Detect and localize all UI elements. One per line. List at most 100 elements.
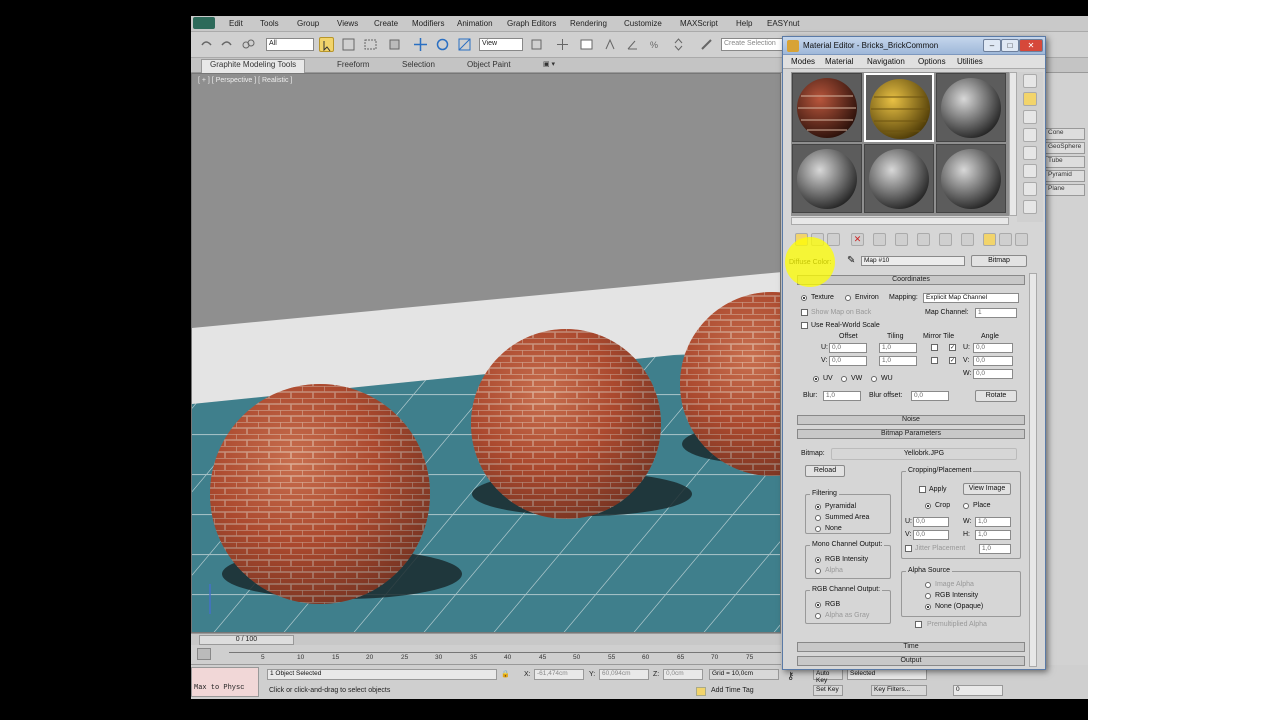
percent-snap-icon[interactable]: % — [647, 37, 662, 52]
put-to-library-icon[interactable] — [917, 233, 930, 246]
rollout-bitmap-parameters[interactable]: Bitmap Parameters — [797, 429, 1025, 439]
show-end-result-icon[interactable] — [983, 233, 996, 246]
crop-v-field[interactable]: 0,0 — [913, 530, 949, 540]
slots-h-scrollbar[interactable] — [791, 217, 1009, 225]
environ-radio[interactable] — [845, 295, 851, 301]
ribbon-options-icon[interactable]: ▣ ▾ — [543, 60, 555, 68]
image-alpha-radio[interactable] — [925, 582, 931, 588]
rect-selection-icon[interactable] — [363, 37, 378, 52]
menu-rendering[interactable]: Rendering — [570, 19, 607, 28]
app-logo-icon[interactable] — [193, 17, 215, 29]
make-preview-icon[interactable] — [1023, 164, 1037, 178]
rollout-output[interactable]: Output — [797, 656, 1025, 666]
mapping-dropdown[interactable]: Explicit Map Channel — [923, 293, 1019, 303]
snap-icon[interactable] — [603, 37, 618, 52]
maximize-button[interactable]: □ — [1001, 39, 1019, 52]
create-pyramid-button[interactable]: Pyramid — [1045, 170, 1085, 182]
v-tiling-field[interactable]: 1,0 — [879, 356, 917, 366]
filter-none-radio[interactable] — [815, 526, 821, 532]
go-forward-sibling-icon[interactable] — [1015, 233, 1028, 246]
y-coordinate-field[interactable]: 60,094cm — [599, 669, 649, 680]
crop-h-field[interactable]: 1,0 — [975, 530, 1011, 540]
create-plane-button[interactable]: Plane — [1045, 184, 1085, 196]
perspective-viewport[interactable]: [ + ] [ Perspective ] [ Realistic ] — [191, 73, 781, 633]
mono-alpha-radio[interactable] — [815, 568, 821, 574]
as-rgb-intensity-radio[interactable] — [925, 593, 931, 599]
tab-object-paint[interactable]: Object Paint — [467, 60, 511, 69]
show-map-in-viewport-icon[interactable] — [961, 233, 974, 246]
reset-map-icon[interactable]: ✕ — [851, 233, 864, 246]
window-crossing-icon[interactable] — [387, 37, 402, 52]
select-object-icon[interactable] — [319, 37, 334, 52]
sample-slot-5[interactable] — [864, 144, 934, 213]
ref-coord-dropdown[interactable]: View — [479, 38, 523, 51]
close-button[interactable]: ✕ — [1019, 39, 1043, 52]
v-angle-field[interactable]: 0,0 — [973, 356, 1013, 366]
auto-key-button[interactable]: Auto Key — [813, 669, 843, 684]
current-frame-field[interactable]: 0 — [953, 685, 1003, 696]
place-radio[interactable] — [963, 503, 969, 509]
blur-field[interactable]: 1,0 — [823, 391, 861, 401]
angle-snap-icon[interactable] — [625, 37, 640, 52]
menu-edit[interactable]: Edit — [229, 19, 243, 28]
u-offset-field[interactable]: 0,0 — [829, 343, 867, 353]
v-mirror-checkbox[interactable] — [931, 357, 938, 364]
menu-help[interactable]: Help — [736, 19, 752, 28]
video-color-check-icon[interactable] — [1023, 146, 1037, 160]
tab-graphite-modeling-tools[interactable]: Graphite Modeling Tools — [201, 59, 306, 73]
menu-create[interactable]: Create — [374, 19, 398, 28]
mini-curve-editor-icon[interactable] — [197, 648, 211, 660]
selection-filter-dropdown[interactable]: All — [266, 38, 314, 51]
menu-animation[interactable]: Animation — [457, 19, 493, 28]
select-by-name-icon[interactable] — [341, 37, 356, 52]
z-coordinate-field[interactable]: 0,0cm — [663, 669, 703, 680]
sample-type-icon[interactable] — [1023, 74, 1037, 88]
x-coordinate-field[interactable]: -61,474cm — [534, 669, 584, 680]
make-unique-icon[interactable] — [895, 233, 908, 246]
go-to-parent-icon[interactable] — [999, 233, 1012, 246]
add-time-tag[interactable]: Add Time Tag — [711, 687, 754, 694]
rotate-icon[interactable] — [435, 37, 450, 52]
create-tube-button[interactable]: Tube — [1045, 156, 1085, 168]
crop-radio[interactable] — [925, 503, 931, 509]
key-icon[interactable]: ⚷ — [787, 671, 794, 682]
key-filters-button[interactable]: Key Filters... — [871, 685, 927, 696]
me-menu-navigation[interactable]: Navigation — [867, 57, 905, 66]
menu-maxscript[interactable]: MAXScript — [680, 19, 718, 28]
move-icon[interactable] — [413, 37, 428, 52]
uv-radio[interactable] — [813, 376, 819, 382]
map-type-button[interactable]: Bitmap — [971, 255, 1027, 267]
show-map-on-back-checkbox[interactable] — [801, 309, 808, 316]
keyboard-shortcut-icon[interactable] — [579, 37, 594, 52]
sample-slot-2-selected[interactable] — [864, 73, 934, 142]
summed-area-radio[interactable] — [815, 515, 821, 521]
spinner-snap-icon[interactable] — [671, 37, 686, 52]
me-menu-modes[interactable]: Modes — [791, 57, 815, 66]
none-opaque-radio[interactable] — [925, 604, 931, 610]
jitter-checkbox[interactable] — [905, 545, 912, 552]
rollout-time[interactable]: Time — [797, 642, 1025, 652]
jitter-field[interactable]: 1,0 — [979, 544, 1011, 554]
vw-radio[interactable] — [841, 376, 847, 382]
assign-material-icon[interactable] — [827, 233, 840, 246]
uv-tiling-icon[interactable] — [1023, 128, 1037, 142]
texture-radio[interactable] — [801, 295, 807, 301]
u-tiling-field[interactable]: 1,0 — [879, 343, 917, 353]
trackbar[interactable]: 5 10 15 20 25 30 35 40 45 50 55 60 65 70… — [191, 645, 781, 665]
alpha-as-gray-radio[interactable] — [815, 613, 821, 619]
rotate-button[interactable]: Rotate — [975, 390, 1017, 402]
sample-slot-6[interactable] — [936, 144, 1006, 213]
rollout-noise[interactable]: Noise — [797, 415, 1025, 425]
link-icon[interactable] — [241, 37, 256, 52]
select-manipulate-icon[interactable] — [555, 37, 570, 52]
crop-u-field[interactable]: 0,0 — [913, 517, 949, 527]
menu-views[interactable]: Views — [337, 19, 358, 28]
menu-tools[interactable]: Tools — [260, 19, 279, 28]
set-key-button[interactable]: Set Key — [813, 685, 843, 696]
menu-easynut[interactable]: EASYnut — [767, 19, 799, 28]
get-material-icon[interactable] — [795, 233, 808, 246]
wu-radio[interactable] — [871, 376, 877, 382]
slots-scrollbar[interactable] — [1009, 72, 1017, 216]
viewport-label[interactable]: [ + ] [ Perspective ] [ Realistic ] — [198, 77, 292, 84]
u-mirror-checkbox[interactable] — [931, 344, 938, 351]
